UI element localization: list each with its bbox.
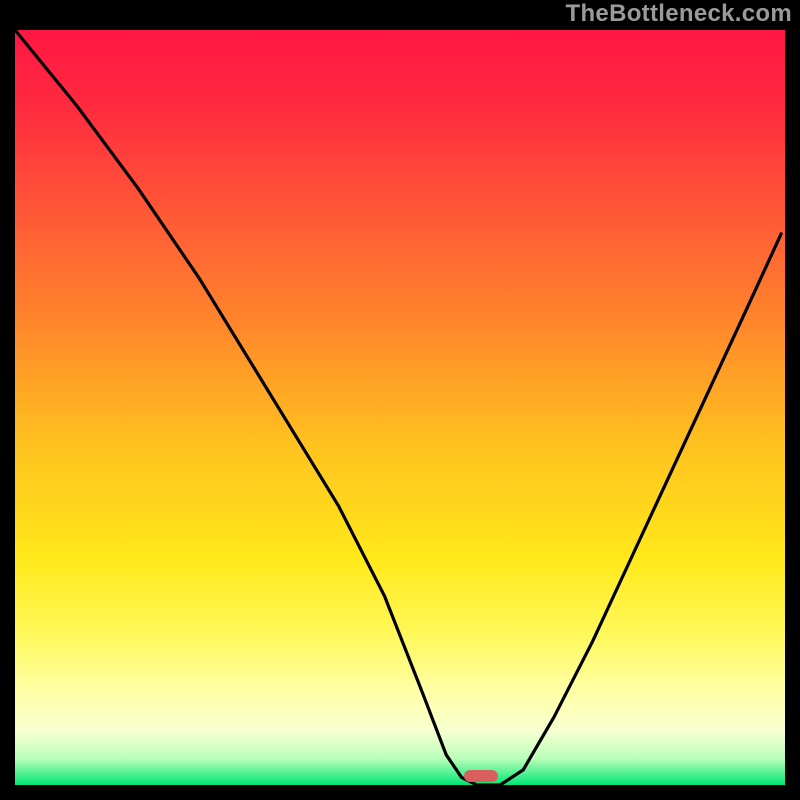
optimal-point-marker [464,770,499,783]
chart-frame: TheBottleneck.com [0,0,800,800]
gradient-background [15,30,785,785]
bottleneck-chart-svg [15,30,785,785]
watermark-text: TheBottleneck.com [566,0,792,28]
plot-area [15,30,785,785]
